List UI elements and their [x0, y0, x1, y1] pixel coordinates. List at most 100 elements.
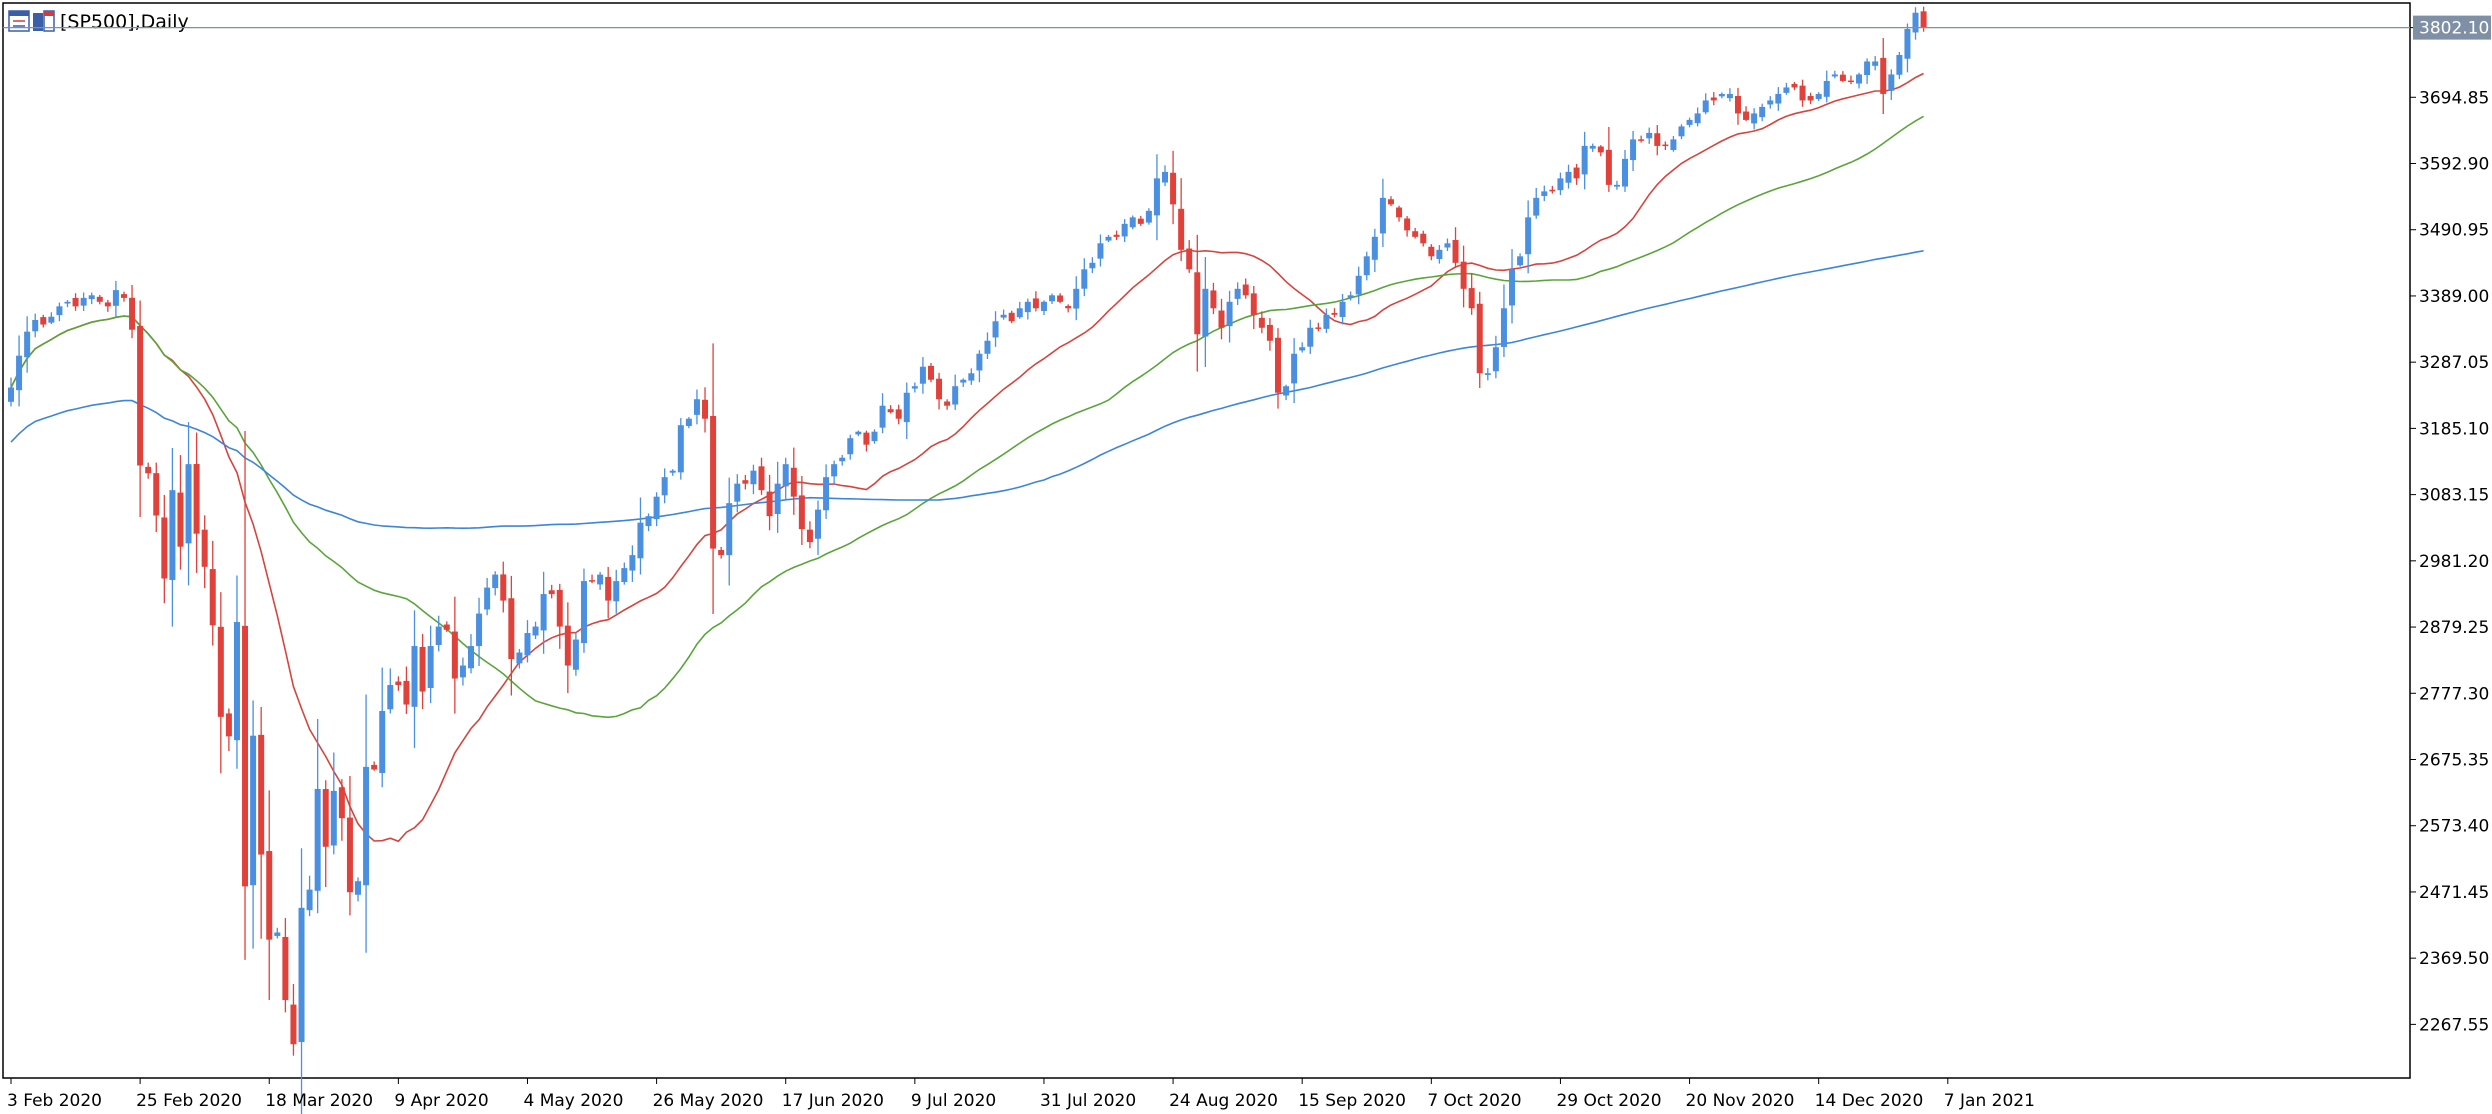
candle — [1492, 335, 1499, 379]
candle — [863, 430, 870, 452]
candle — [258, 706, 265, 939]
candle-body — [1815, 93, 1822, 99]
candle — [209, 540, 216, 646]
candle — [137, 300, 144, 517]
candle — [960, 378, 967, 387]
candle-body — [516, 652, 523, 664]
candle-body — [1856, 74, 1863, 84]
candle-body — [1057, 295, 1064, 302]
ma-mid-line — [10, 115, 1924, 719]
candle-body — [605, 576, 612, 601]
candle-body — [597, 574, 604, 585]
candle — [1291, 338, 1298, 404]
candle — [1622, 149, 1628, 192]
candle-body — [1153, 178, 1160, 216]
candle — [1024, 298, 1031, 320]
candle-body — [129, 297, 136, 330]
price-tick-label: 2675.35 — [2419, 750, 2489, 770]
candle — [645, 513, 652, 532]
candle — [1484, 368, 1491, 381]
candle-body — [120, 294, 127, 298]
candle-body — [1743, 111, 1750, 120]
candle — [1662, 141, 1669, 151]
candle-body — [685, 418, 692, 426]
candle-body — [919, 366, 926, 384]
candle — [1791, 81, 1798, 91]
candlestick-chart[interactable]: [SP500],Daily 3802.10 3694.85 3592.90 3490.… — [0, 0, 2492, 1114]
candle-body — [758, 466, 765, 491]
candle — [1065, 304, 1072, 313]
candle-body — [645, 516, 652, 527]
candle — [1557, 172, 1564, 196]
candle — [306, 875, 313, 917]
candle — [1759, 103, 1766, 122]
chart-window[interactable]: [SP500],Daily 3802.10 3694.85 3592.90 3490.… — [0, 0, 2492, 1114]
candle-body — [1823, 80, 1830, 97]
candle — [944, 399, 951, 410]
candle-body — [637, 522, 644, 559]
candle-body — [1428, 246, 1435, 257]
candle-body — [201, 529, 208, 567]
candle-body — [911, 386, 918, 389]
candle-body — [1073, 288, 1080, 309]
candle — [1605, 126, 1612, 192]
candle-body — [621, 568, 628, 583]
candle-body — [871, 431, 878, 442]
candle-body — [1226, 301, 1233, 327]
candle — [548, 584, 555, 599]
price-axis[interactable]: 3802.10 3694.85 3592.90 3490.95 3389.00 3287.… — [2410, 15, 2491, 1036]
candle — [572, 632, 579, 676]
candle-body — [1726, 93, 1733, 99]
candle — [1339, 293, 1346, 325]
candle — [346, 775, 353, 916]
candle — [693, 389, 700, 425]
candle — [726, 477, 733, 586]
candle-body — [556, 589, 563, 627]
candle — [1444, 238, 1451, 251]
candle — [1686, 117, 1693, 128]
candle-body — [1404, 218, 1411, 231]
candle-body — [1331, 312, 1338, 315]
candle — [1242, 278, 1249, 299]
candle-body — [1323, 314, 1330, 329]
candle — [1162, 165, 1169, 187]
candle-body — [387, 685, 394, 710]
candle-body — [1565, 171, 1572, 183]
candle-body — [1412, 231, 1419, 237]
candle-body — [742, 480, 749, 484]
candle-body — [589, 580, 596, 582]
candle — [1170, 150, 1177, 225]
candle-body — [8, 387, 14, 402]
candle — [710, 343, 717, 615]
candle — [895, 404, 902, 425]
candle — [363, 694, 370, 953]
candle-body — [1597, 146, 1604, 153]
candle-body — [145, 466, 152, 474]
candle-body — [782, 464, 789, 487]
candle — [1404, 216, 1411, 237]
candle — [403, 666, 410, 714]
candle — [556, 583, 563, 649]
candle-body — [1024, 301, 1031, 313]
candle — [1783, 82, 1790, 95]
candle — [72, 293, 79, 311]
candle-body — [863, 432, 870, 445]
time-axis[interactable]: 3 Feb 2020 25 Feb 2020 18 Mar 2020 9 Apr 20… — [7, 1078, 2035, 1111]
candle — [613, 569, 620, 614]
candle-body — [137, 326, 144, 466]
price-tick-label: 3694.85 — [2419, 88, 2489, 108]
candle-body — [1420, 233, 1427, 244]
candle-body — [677, 425, 684, 473]
candle-body — [1686, 119, 1693, 125]
candle-body — [467, 646, 474, 669]
candle-body — [1129, 217, 1136, 228]
candle — [1646, 127, 1653, 144]
candle-body — [1880, 57, 1887, 94]
candle — [16, 335, 23, 407]
plot-area[interactable] — [2, 2, 2411, 1079]
price-tick-label: 3287.05 — [2419, 353, 2489, 373]
candle-body — [960, 379, 967, 383]
candle-body — [1573, 167, 1580, 179]
window-title-bar: [SP500],Daily — [8, 10, 189, 33]
moving-averages — [10, 72, 1924, 843]
